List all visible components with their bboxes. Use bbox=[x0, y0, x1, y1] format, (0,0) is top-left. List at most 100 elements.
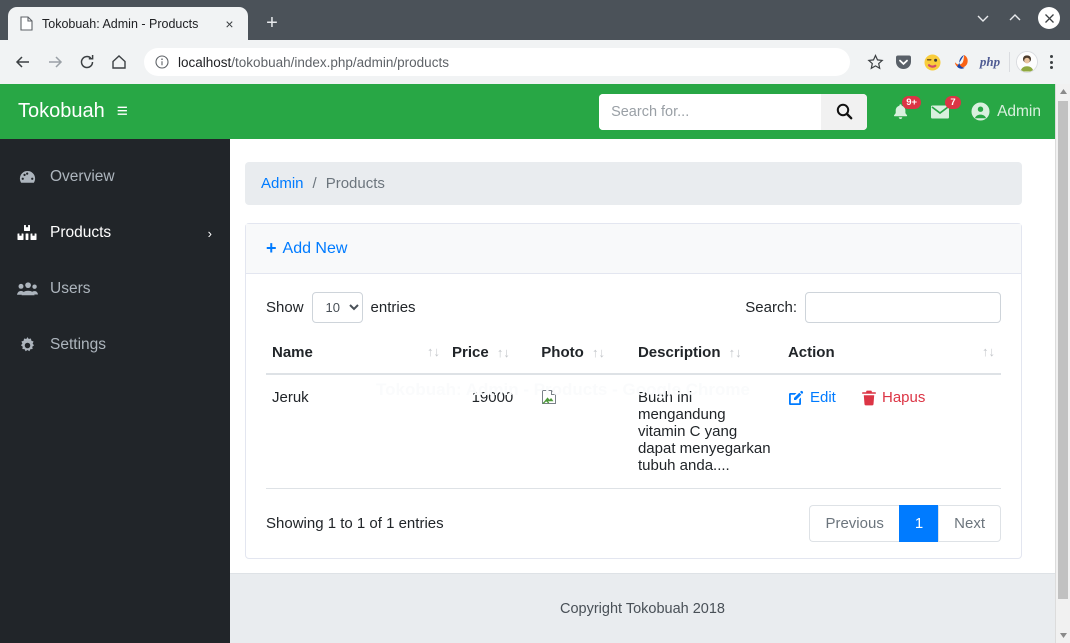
sidebar-item-overview[interactable]: Overview bbox=[0, 149, 230, 205]
sort-icon: ↑↓ bbox=[591, 345, 605, 360]
products-card: + Add New Show 10 entries Search: Name ↑… bbox=[245, 223, 1022, 559]
address-bar-url: localhost/tokobuah/index.php/admin/produ… bbox=[178, 55, 840, 70]
sidebar: Overview Products › Users Settings bbox=[0, 139, 230, 643]
sidebar-item-settings[interactable]: Settings bbox=[0, 317, 230, 373]
emoji-extension-icon[interactable] bbox=[921, 51, 943, 73]
navbar-search bbox=[599, 93, 868, 130]
new-tab-button[interactable]: + bbox=[258, 9, 286, 37]
close-icon[interactable] bbox=[1038, 7, 1060, 29]
show-label: Show bbox=[266, 299, 304, 316]
column-label: Name bbox=[272, 344, 313, 361]
search-input[interactable] bbox=[599, 93, 822, 130]
window-controls bbox=[968, 0, 1066, 36]
info-icon[interactable] bbox=[154, 54, 170, 70]
column-header-action[interactable]: Action ↑↓ bbox=[781, 335, 1001, 375]
sidebar-item-products[interactable]: Products › bbox=[0, 205, 230, 261]
table-row: Jeruk 19000 Buah ini mengandung vitamin … bbox=[266, 374, 1001, 489]
php-extension-icon[interactable]: php bbox=[979, 51, 1001, 73]
entries-label: entries bbox=[370, 299, 416, 316]
scroll-up-arrow[interactable] bbox=[1056, 84, 1070, 99]
sort-icon: ↑↓ bbox=[728, 345, 742, 360]
url-host: localhost bbox=[178, 54, 232, 70]
three-dots-menu-icon[interactable] bbox=[1040, 51, 1062, 73]
scroll-down-arrow[interactable] bbox=[1056, 628, 1070, 643]
web-page: Tokobuah ≡ Search for... 9+ 7 Admin Over… bbox=[0, 84, 1055, 643]
sourcegraph-extension-icon[interactable] bbox=[950, 51, 972, 73]
forward-button[interactable] bbox=[40, 47, 70, 77]
page-viewport: Tokobuah ≡ Search for... 9+ 7 Admin Over… bbox=[0, 84, 1070, 643]
tab-close-icon[interactable]: × bbox=[221, 15, 238, 32]
sidebar-toggle-icon[interactable]: ≡ bbox=[117, 101, 128, 123]
cell-price: 19000 bbox=[446, 374, 536, 489]
table-head: Name ↑↓ Price ↑↓ Photo ↑↓ Description ↑↓… bbox=[266, 335, 1001, 375]
column-header-photo[interactable]: Photo ↑↓ bbox=[535, 335, 632, 375]
address-bar[interactable]: localhost/tokobuah/index.php/admin/produ… bbox=[144, 48, 850, 76]
app-brand[interactable]: Tokobuah ≡ bbox=[18, 100, 128, 123]
reload-button[interactable] bbox=[72, 47, 102, 77]
products-table: Name ↑↓ Price ↑↓ Photo ↑↓ Description ↑↓… bbox=[266, 335, 1001, 489]
breadcrumb-current: Products bbox=[325, 175, 385, 192]
column-header-price[interactable]: Price ↑↓ bbox=[446, 335, 536, 375]
cell-description: Buah ini mengandung vitamin C yang dapat… bbox=[631, 374, 782, 489]
column-header-description[interactable]: Description ↑↓ bbox=[631, 335, 782, 375]
breadcrumb-link-admin[interactable]: Admin bbox=[261, 175, 304, 192]
page-length-control: Show 10 entries bbox=[266, 292, 416, 323]
pagination-page-1[interactable]: 1 bbox=[898, 505, 939, 542]
delete-label: Hapus bbox=[882, 389, 926, 406]
tab-strip: Tokobuah: Admin - Products × + bbox=[0, 0, 1070, 40]
trash-icon bbox=[862, 390, 876, 406]
home-icon[interactable] bbox=[104, 47, 134, 77]
star-icon[interactable] bbox=[860, 47, 890, 77]
column-label: Description bbox=[637, 344, 721, 361]
back-button[interactable] bbox=[8, 47, 38, 77]
table-search-input[interactable] bbox=[805, 292, 1001, 323]
page-icon bbox=[20, 15, 34, 32]
table-body: Jeruk 19000 Buah ini mengandung vitamin … bbox=[266, 374, 1001, 489]
app-navbar: Tokobuah ≡ Search for... 9+ 7 Admin bbox=[0, 84, 1055, 139]
chevron-up-icon[interactable] bbox=[1000, 3, 1030, 33]
plus-icon: + bbox=[266, 238, 277, 258]
table-header-row: Name ↑↓ Price ↑↓ Photo ↑↓ Description ↑↓… bbox=[266, 335, 1001, 375]
sort-icon: ↑↓ bbox=[496, 345, 510, 360]
sidebar-item-label: Users bbox=[50, 280, 91, 297]
breadcrumb: Admin / Products bbox=[245, 162, 1022, 205]
cell-name: Jeruk bbox=[266, 374, 446, 489]
add-new-button[interactable]: + Add New bbox=[266, 238, 347, 259]
tachometer-icon bbox=[16, 168, 38, 187]
datatable-controls: Show 10 entries Search: bbox=[266, 292, 1001, 323]
alerts-badge: 9+ bbox=[902, 95, 922, 109]
users-icon bbox=[16, 281, 38, 297]
browser-tab[interactable]: Tokobuah: Admin - Products × bbox=[8, 7, 248, 40]
sidebar-item-users[interactable]: Users bbox=[0, 261, 230, 317]
cell-photo bbox=[535, 374, 632, 489]
datatable-info: Showing 1 to 1 of 1 entries bbox=[266, 515, 444, 532]
extension-icons: php bbox=[892, 51, 1003, 73]
scrollbar-thumb[interactable] bbox=[1058, 101, 1068, 599]
sort-icon: ↑↓ bbox=[427, 344, 440, 359]
column-header-name[interactable]: Name ↑↓ bbox=[266, 335, 446, 375]
breadcrumb-separator: / bbox=[312, 175, 317, 192]
user-menu[interactable]: Admin bbox=[971, 102, 1041, 121]
datatable-footer: Showing 1 to 1 of 1 entries Previous 1 N… bbox=[266, 505, 1001, 542]
add-new-label: Add New bbox=[282, 239, 348, 257]
pocket-extension-icon[interactable] bbox=[892, 51, 914, 73]
messages-badge: 7 bbox=[945, 95, 962, 109]
edit-button[interactable]: Edit bbox=[788, 389, 836, 406]
browser-window: Tokobuah: Admin - Products × + localhost… bbox=[0, 0, 1070, 643]
search-icon[interactable] bbox=[821, 93, 868, 130]
pagination-next[interactable]: Next bbox=[938, 505, 1001, 542]
messages-envelope[interactable]: 7 bbox=[929, 95, 962, 125]
chevron-down-icon[interactable] bbox=[968, 3, 998, 33]
alerts-bell[interactable]: 9+ bbox=[889, 95, 922, 125]
page-scrollbar[interactable] bbox=[1055, 84, 1070, 643]
copyright-text: Copyright Tokobuah 2018 bbox=[560, 600, 725, 617]
avatar-icon[interactable] bbox=[1016, 51, 1038, 73]
page-footer: Copyright Tokobuah 2018 bbox=[230, 573, 1055, 643]
column-label: Photo bbox=[541, 344, 584, 361]
chevron-right-icon[interactable]: › bbox=[208, 226, 212, 241]
pagination: Previous 1 Next bbox=[809, 505, 1001, 542]
page-length-select[interactable]: 10 bbox=[311, 292, 363, 323]
delete-button[interactable]: Hapus bbox=[862, 389, 925, 406]
pagination-previous[interactable]: Previous bbox=[809, 505, 899, 542]
url-path: /tokobuah/index.php/admin/products bbox=[231, 54, 449, 70]
